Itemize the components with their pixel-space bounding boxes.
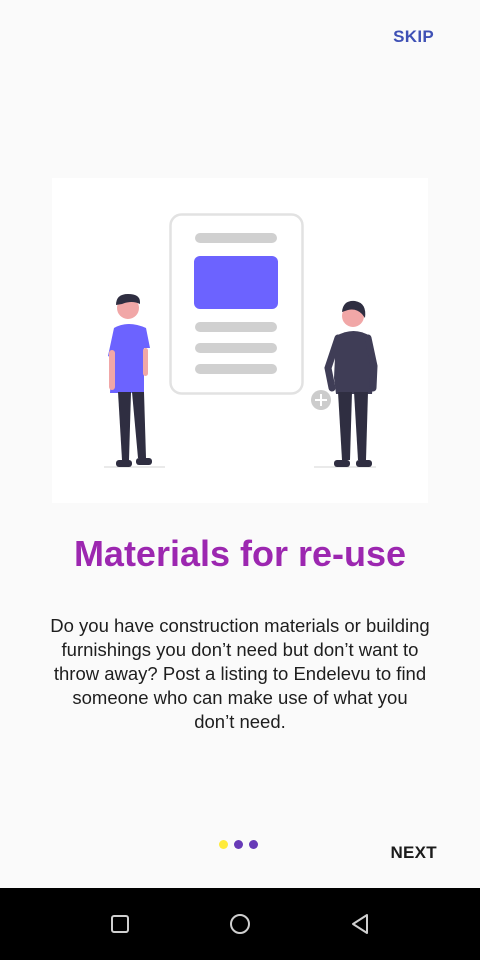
page-dot-3 [249,840,258,849]
slide-title: Materials for re-use [73,533,407,574]
slide-description: Do you have construction materials or bu… [50,615,430,732]
page-indicator [219,840,258,849]
person-left-figure [104,294,165,468]
recents-square-icon[interactable] [98,902,142,946]
home-circle-icon[interactable] [218,902,262,946]
next-button[interactable]: NEXT [390,843,437,863]
back-triangle-icon[interactable] [338,902,382,946]
skip-button[interactable]: SKIP [393,27,434,47]
listing-card-graphic [169,213,304,395]
onboarding-illustration [52,178,428,503]
page-dot-2 [234,840,243,849]
person-right-figure [311,300,378,468]
system-navigation-bar [0,888,480,960]
onboarding-screen: SKIP Materials for re-use Do you have co… [0,0,480,888]
page-dot-1 [219,840,228,849]
